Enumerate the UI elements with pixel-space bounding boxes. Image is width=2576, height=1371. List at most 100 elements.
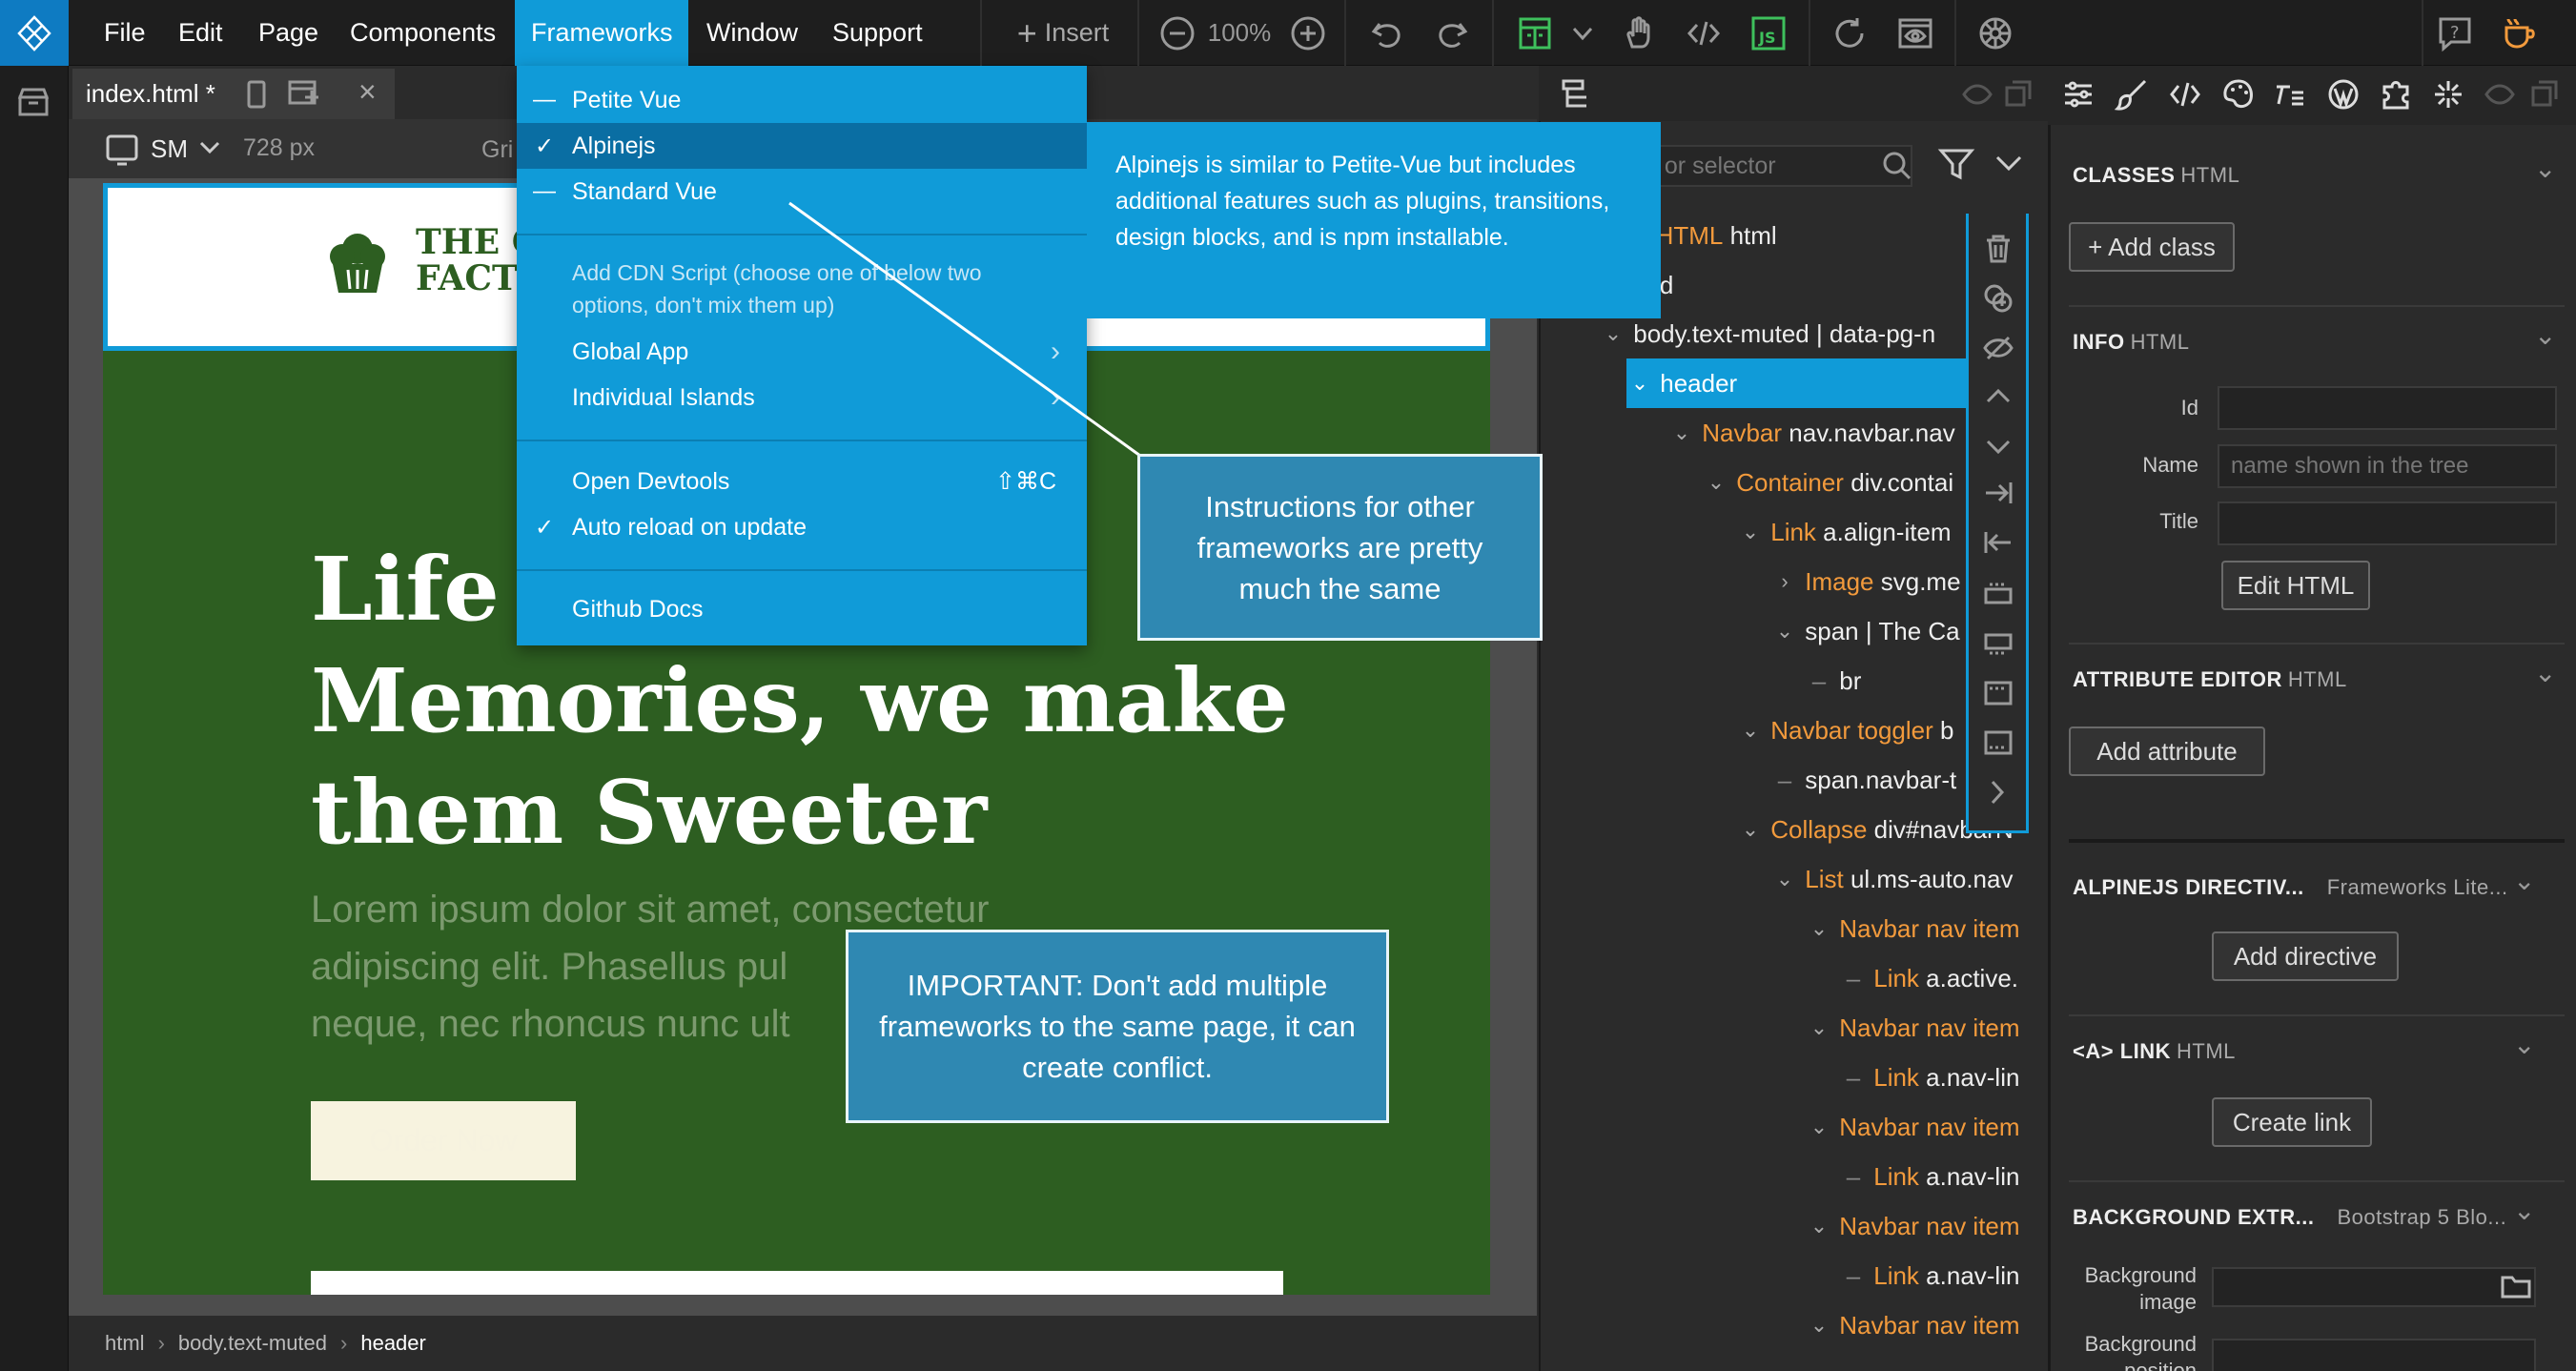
add-class-button[interactable]: + Add class [2069,222,2235,272]
chevron-down-icon[interactable]: ⌄ [2513,1029,2535,1060]
prepend-icon[interactable] [1982,679,2014,707]
tree-node-image[interactable]: › Image svg.me [1771,557,1966,606]
chevron-down-icon[interactable] [198,138,221,157]
trash-icon[interactable] [1982,233,2014,265]
puzzle-icon[interactable] [2380,77,2414,112]
classes-section-title[interactable]: CLASSES HTML [2073,163,2239,188]
id-input[interactable] [2218,386,2557,430]
close-tab-icon[interactable]: × [358,74,377,110]
code-icon[interactable] [1680,0,1728,66]
tree-node-nav-item[interactable]: ⌄ Navbar nav item [1806,1201,2031,1251]
help-icon[interactable]: ? [2431,0,2479,66]
chevron-down-icon[interactable]: ⌄ [2534,153,2556,184]
javascript-icon[interactable]: JS [1745,0,1792,66]
palette-icon[interactable] [2221,77,2256,112]
chevron-right-icon[interactable] [1986,778,2009,807]
tree-node-navbar[interactable]: ⌄ Navbar nav.navbar.nav [1668,408,1966,458]
zoom-in-icon[interactable] [1287,0,1329,66]
tree-node-link-active[interactable]: – Link a.active. [1840,953,2031,1003]
indent-icon[interactable] [1982,479,2014,507]
coffee-cup-icon[interactable] [2493,0,2545,66]
tree-node-list[interactable]: ⌄ List ul.ms-auto.nav [1771,854,2031,904]
tree-node-navbar-toggler[interactable]: ⌄ Navbar toggler b [1737,706,1966,755]
tree-node-nav-item[interactable]: ⌄ Navbar nav item [1806,1102,2031,1152]
sparkle-icon[interactable] [2431,77,2465,112]
menu-item-petite-vue[interactable]: — Petite Vue [517,77,1087,123]
menu-item-standard-vue[interactable]: — Standard Vue [517,169,1087,215]
layout-icon[interactable] [1511,0,1559,66]
background-section-title[interactable]: BACKGROUND EXTR... Bootstrap 5 Blo... [2073,1205,2506,1230]
outdent-icon[interactable] [1982,528,2014,557]
link-section-title[interactable]: <A> LINK HTML [2073,1039,2236,1064]
panel-splitter[interactable] [2069,839,2565,843]
search-icon[interactable] [1882,151,1912,181]
menu-support[interactable]: Support [816,0,939,66]
tab-index-html[interactable]: index.html * × [72,69,395,119]
menu-item-github-docs[interactable]: Github Docs [517,586,1087,632]
chevron-down-icon[interactable]: ⌄ [2513,865,2535,896]
name-input[interactable]: name shown in the tree [2218,444,2557,488]
hero-image[interactable] [311,1271,1283,1295]
layout-preview-icon[interactable] [288,78,320,109]
chevron-down-icon[interactable]: ⌄ [2534,657,2556,688]
create-link-button[interactable]: Create link [2212,1097,2372,1147]
hide-eye-icon[interactable] [1982,332,2014,364]
redo-icon[interactable] [1428,0,1476,66]
menu-item-open-devtools[interactable]: Open Devtools ⇧⌘C [517,459,1087,504]
tree-layers-icon[interactable] [1560,77,1594,112]
tree-node-nav-item[interactable]: ⌄ Navbar nav item [1806,1003,2031,1053]
chevron-down-icon[interactable] [1564,0,1602,66]
attribute-editor-title[interactable]: ATTRIBUTE EDITOR HTML [2073,667,2347,692]
tree-node-nav-item[interactable]: ⌄ Navbar nav item [1806,1300,2031,1350]
chevron-down-icon[interactable]: ⌄ [2513,1195,2535,1226]
menu-item-auto-reload[interactable]: ✓ Auto reload on update [517,504,1087,550]
eye-icon[interactable] [2484,83,2515,106]
edit-html-button[interactable]: Edit HTML [2221,561,2370,610]
sliders-icon[interactable] [2061,77,2096,112]
append-icon[interactable] [1982,728,2014,757]
chevron-down-icon[interactable]: ⌄ [1600,321,1626,346]
tree-node-link[interactable]: ⌄ Link a.align-item [1737,507,1966,557]
duplicate-icon[interactable] [1982,282,2014,315]
tree-node-link[interactable]: – Link a.nav-lin [1840,1053,2031,1102]
mobile-device-icon[interactable] [244,80,269,109]
move-up-icon[interactable] [1984,385,2013,408]
menu-file[interactable]: File [88,0,162,66]
insert-before-icon[interactable] [1982,580,2014,608]
add-directive-button[interactable]: Add directive [2212,931,2399,981]
duplicate-panel-icon[interactable] [2530,79,2559,108]
brush-icon[interactable] [2115,77,2149,112]
background-image-input[interactable] [2212,1267,2536,1307]
assets-box-icon[interactable] [15,84,51,120]
tree-node-link[interactable]: – Link a.nav-lin [1840,1251,2031,1300]
tree-node-span[interactable]: ⌄ span | The Ca [1771,606,1966,656]
hand-pointer-icon[interactable] [1614,0,1662,66]
insert-after-icon[interactable] [1982,629,2014,658]
info-section-title[interactable]: INFO HTML [2073,330,2189,355]
eye-icon[interactable] [1962,83,1993,106]
menu-item-global-app[interactable]: Global App › [517,329,1087,375]
chevron-down-icon[interactable]: ⌄ [1626,371,1653,396]
settings-wheel-icon[interactable] [1972,0,2019,66]
zoom-out-icon[interactable] [1156,0,1198,66]
tree-search-input[interactable]: t or selector [1644,145,1912,187]
tree-node-span-toggler[interactable]: – span.navbar-t [1771,755,1966,805]
typography-icon[interactable] [2273,77,2307,112]
chevron-down-icon[interactable] [1994,153,2023,175]
grid-toggle[interactable]: Gri [481,136,513,164]
menu-item-alpinejs[interactable]: ✓ Alpinejs [517,123,1087,169]
alpinejs-directives-title[interactable]: ALPINEJS DIRECTIV... Frameworks Lite... [2073,875,2508,900]
order-now-button[interactable]: Order Now [311,1101,576,1180]
folder-icon[interactable] [2500,1272,2532,1300]
tree-node-nav-item[interactable]: ⌄ Navbar nav item [1806,904,2031,953]
tree-node-container[interactable]: ⌄ Container div.contai [1703,458,1966,507]
tree-node-br[interactable]: – br [1806,656,1966,706]
breadcrumb-body[interactable]: body.text-muted [178,1331,327,1356]
insert-button[interactable]: + Insert [1006,0,1120,66]
menu-page[interactable]: Page [242,0,335,66]
filter-funnel-icon[interactable] [1937,145,1975,183]
title-input[interactable] [2218,501,2557,545]
app-logo-icon[interactable] [0,0,69,66]
tree-node-link[interactable]: – Link a.nav-lin [1840,1152,2031,1201]
undo-icon[interactable] [1363,0,1411,66]
